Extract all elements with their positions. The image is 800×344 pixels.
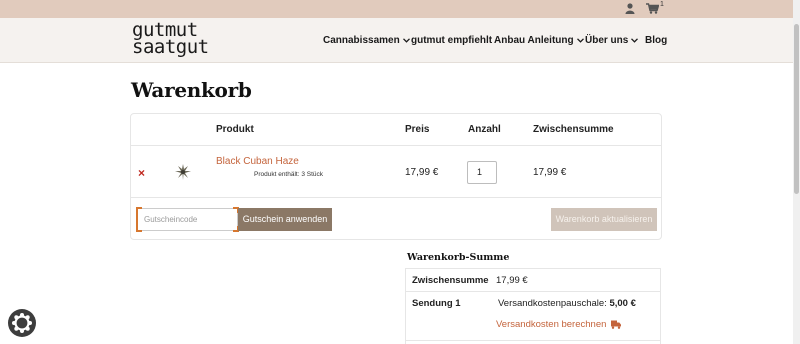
divider [131, 197, 661, 198]
top-utility-bar: 1 [0, 0, 793, 18]
logo-line-2: saatgut [132, 36, 209, 58]
column-header-product: Produkt [216, 124, 254, 135]
column-header-subtotal: Zwischensumme [533, 124, 614, 135]
nav-item-blog[interactable]: Blog [645, 35, 667, 46]
product-price: 17,99 € [405, 167, 439, 178]
page-title: Warenkorb [131, 78, 252, 102]
nav-item-anbau-anleitung[interactable]: Anbau Anleitung [494, 35, 584, 46]
column-header-price: Preis [405, 124, 430, 135]
apply-coupon-button[interactable]: Gutschein anwenden [238, 208, 332, 231]
truck-icon [611, 320, 622, 329]
subtotal-value: 17,99 € [496, 275, 528, 286]
nav-item-label: Anbau Anleitung [494, 35, 574, 46]
nav-item-ueber-uns[interactable]: Über uns [585, 35, 639, 46]
product-subtotal: 17,99 € [533, 167, 567, 178]
quantity-input[interactable]: 1 [467, 161, 497, 184]
remove-item-button[interactable]: × [138, 167, 145, 179]
chevron-down-icon [402, 38, 410, 43]
chevron-down-icon [576, 38, 584, 43]
product-name-link[interactable]: Black Cuban Haze [216, 156, 299, 167]
nav-item-label: Cannabissamen [323, 35, 400, 46]
cart-icon[interactable] [646, 3, 659, 14]
calculate-shipping-link[interactable]: Versandkosten berechnen [496, 319, 622, 330]
chevron-down-icon [631, 38, 639, 43]
nav-item-gutmut-empfiehlt[interactable]: gutmut empfiehlt [411, 35, 492, 46]
calculate-shipping-label: Versandkosten berechnen [496, 319, 607, 330]
product-thumbnail[interactable] [174, 163, 192, 181]
divider [406, 340, 660, 341]
nav-item-label: Über uns [585, 35, 629, 46]
cart-totals-table: Zwischensumme 17,99 € Sendung 1 Versandk… [405, 268, 661, 344]
shipping-method: Versandkostenpauschale: 5,00 € [498, 298, 636, 309]
divider [131, 145, 661, 146]
site-header: gutmut saatgut Cannabissamen gutmut empf… [0, 18, 793, 63]
cookie-settings-button[interactable] [8, 309, 36, 337]
cart-table: Produkt Preis Anzahl Zwischensumme × Bla… [130, 113, 662, 240]
shipping-method-label: Versandkostenpauschale: [498, 298, 607, 309]
shipping-label: Sendung 1 [412, 298, 461, 309]
user-icon[interactable] [625, 3, 635, 14]
divider [406, 291, 660, 292]
shipping-price: 5,00 € [609, 298, 636, 309]
cookie-icon [12, 313, 32, 333]
cart-count-badge: 1 [660, 1, 664, 8]
subtotal-label: Zwischensumme [412, 275, 489, 286]
site-logo[interactable]: gutmut saatgut [132, 21, 209, 58]
nav-item-label: Blog [645, 35, 668, 46]
cart-totals-title: Warenkorb-Summe [407, 252, 510, 263]
product-meta: Produkt enthält: 3 Stück [254, 171, 324, 178]
column-header-quantity: Anzahl [468, 124, 501, 135]
scrollbar-thumb[interactable] [794, 24, 799, 194]
coupon-code-input[interactable]: Gutscheincode [137, 208, 238, 231]
update-cart-button[interactable]: Warenkorb aktualisieren [551, 208, 657, 231]
nav-item-label: gutmut empfiehlt [411, 35, 493, 46]
nav-item-cannabissamen[interactable]: Cannabissamen [323, 35, 410, 46]
focus-outline [136, 209, 138, 231]
